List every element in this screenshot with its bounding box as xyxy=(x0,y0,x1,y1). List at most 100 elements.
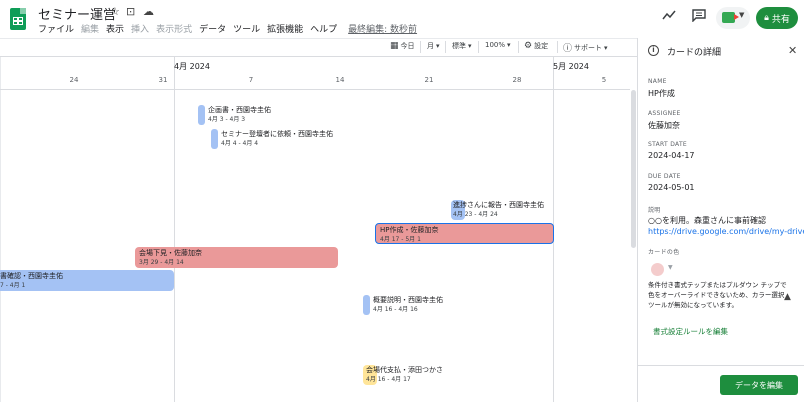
zoom-label: 100% xyxy=(485,41,506,49)
day-tick: 24 xyxy=(69,76,79,84)
card-dates: 4月 23 - 4月 24 xyxy=(453,211,498,218)
warning-icon: ▲ xyxy=(784,292,791,302)
trend-icon[interactable] xyxy=(658,9,680,27)
day-tick: 14 xyxy=(335,76,345,84)
card-title: 会場代支払・添田つかさ xyxy=(366,366,443,374)
month-label-apr: 4月 2024 xyxy=(174,62,210,71)
card-dates: 4月 17 - 5月 1 xyxy=(380,236,421,243)
period-label: 月 xyxy=(427,42,434,50)
timeline-card[interactable]: 進捗さんに報告・西園寺圭佑 4月 23 - 4月 24 xyxy=(453,201,544,219)
share-label: 共有 xyxy=(771,14,790,25)
menu-insert[interactable]: 挿入 xyxy=(131,22,149,35)
timeline-card-pill[interactable] xyxy=(198,105,205,125)
menu-help[interactable]: ヘルプ xyxy=(310,22,337,35)
description-label: 説明 xyxy=(648,207,661,214)
timeline-card-selected[interactable]: HP作成・佐藤加奈 4月 17 - 5月 1 xyxy=(375,223,554,244)
today-label: 今日 xyxy=(400,42,415,50)
chevron-down-icon: ▾ xyxy=(436,42,440,50)
comment-icon[interactable] xyxy=(688,9,710,27)
grid-line xyxy=(0,57,1,402)
chevron-down-icon: ▾ xyxy=(468,42,472,50)
day-tick: 28 xyxy=(512,76,522,84)
vertical-scrollbar[interactable] xyxy=(631,90,636,248)
divider xyxy=(420,41,421,53)
name-value: HP作成 xyxy=(648,89,675,98)
gear-icon: ⚙ xyxy=(524,41,533,51)
description-link[interactable]: https://drive.google.com/drive/my-drive xyxy=(648,227,804,236)
menu-edit[interactable]: 編集 xyxy=(81,22,99,35)
meet-camera-icon xyxy=(722,12,739,23)
color-warning-text: 条件付き書式テップまたはプルダウン チップで色をオーバーライドできないため、カラ… xyxy=(648,281,787,309)
menu-bar: ファイル 編集 表示 挿入 表示形式 データ ツール 拡張機能 ヘルプ 最終編集… xyxy=(38,22,417,35)
star-icon[interactable]: ☆ xyxy=(110,5,120,18)
move-folder-icon[interactable]: ⊡ xyxy=(126,5,135,18)
day-tick: 7 xyxy=(248,76,254,84)
timeline-card-pill[interactable] xyxy=(363,295,370,315)
timeline-card-pill[interactable] xyxy=(211,129,218,149)
menu-file[interactable]: ファイル xyxy=(38,22,74,35)
card-dates: 3月 29 - 4月 14 xyxy=(139,259,184,266)
calendar-icon: ▦ xyxy=(390,41,399,51)
timeline-view[interactable]: 4月 2024 5月 2024 24 31 7 14 21 28 5 企画書・西… xyxy=(0,56,637,402)
divider xyxy=(478,41,479,53)
day-tick: 31 xyxy=(158,76,168,84)
card-dates: 4月 16 - 4月 16 xyxy=(373,306,418,313)
sheets-timeline-app: セミナー運営 ☆ ⊡ ☁ ファイル 編集 表示 挿入 表示形式 データ ツール … xyxy=(0,0,804,402)
card-color-swatch[interactable] xyxy=(651,263,664,276)
card-details-panel: i カードの詳細 ✕ NAME HP作成 ASSIGNEE 佐藤加奈 START… xyxy=(637,38,804,402)
month-boundary-line xyxy=(174,57,175,402)
card-title: 進捗さんに報告・西園寺圭佑 xyxy=(453,201,544,209)
zoom-select[interactable]: 100% ▾ xyxy=(485,41,511,49)
card-title: セミナー登壇者に依頼・西園寺圭佑 xyxy=(221,130,333,138)
today-button[interactable]: ▦ 今日 xyxy=(390,41,415,51)
assignee-label: ASSIGNEE xyxy=(648,110,681,117)
card-title: 書確認・西園寺圭佑 xyxy=(0,272,63,280)
support-button[interactable]: ⓘ サポート ▾ xyxy=(563,41,608,55)
share-button[interactable]: 🔒︎ 共有 xyxy=(756,7,798,29)
description-text: ○○を利用。森重さんに事前確認 xyxy=(648,216,766,225)
panel-title: カードの詳細 xyxy=(667,48,722,58)
sheets-logo-icon[interactable] xyxy=(10,8,26,30)
day-tick: 5 xyxy=(601,76,607,84)
menu-data[interactable]: データ xyxy=(199,22,226,35)
timeline-card[interactable]: 会場下見・佐藤加奈 3月 29 - 4月 14 xyxy=(135,247,338,268)
timeline-card[interactable]: セミナー登壇者に依頼・西園寺圭佑 4月 4 - 4月 4 xyxy=(221,130,333,148)
chevron-down-icon: ▼ xyxy=(668,264,673,271)
document-title[interactable]: セミナー運営 xyxy=(38,4,116,23)
info-icon: i xyxy=(648,45,659,56)
timeline-card[interactable]: 企画書・西園寺圭佑 4月 3 - 4月 3 xyxy=(208,106,271,124)
card-title: 概要説明・西園寺圭佑 xyxy=(373,296,443,304)
menu-view[interactable]: 表示 xyxy=(106,22,124,35)
menu-tools[interactable]: ツール xyxy=(233,22,260,35)
close-icon[interactable]: ✕ xyxy=(788,44,797,57)
divider xyxy=(518,41,519,53)
card-title: HP作成・佐藤加奈 xyxy=(380,226,439,234)
card-title: 企画書・西園寺圭佑 xyxy=(208,106,271,114)
chevron-down-icon: ▾ xyxy=(507,41,511,49)
mode-select[interactable]: 標準 ▾ xyxy=(452,41,472,51)
settings-label: 設定 xyxy=(534,42,549,50)
last-edit-link[interactable]: 最終編集: 数秒前 xyxy=(348,22,417,35)
edit-format-rules-link[interactable]: 書式設定ルールを編集 xyxy=(653,326,728,337)
card-dates: 4月 3 - 4月 3 xyxy=(208,116,246,123)
assignee-value: 佐藤加奈 xyxy=(648,121,680,130)
card-dates: 4月 4 - 4月 4 xyxy=(221,140,259,147)
due-date-value: 2024-05-01 xyxy=(648,183,695,192)
cloud-status-icon[interactable]: ☁ xyxy=(143,5,154,18)
menu-format[interactable]: 表示形式 xyxy=(156,22,192,35)
lock-icon: 🔒︎ xyxy=(764,13,769,23)
settings-button[interactable]: ⚙ 設定 xyxy=(524,41,548,51)
chevron-down-icon: ▼ xyxy=(739,11,745,19)
menu-extensions[interactable]: 拡張機能 xyxy=(267,22,303,35)
edit-data-button[interactable]: データを編集 xyxy=(720,375,798,395)
timeline-card[interactable]: 会場代支払・添田つかさ 4月 16 - 4月 17 xyxy=(366,366,443,384)
timeline-card[interactable]: 概要説明・西園寺圭佑 4月 16 - 4月 16 xyxy=(373,296,443,314)
meet-button[interactable]: ▼ xyxy=(716,7,750,29)
scale-divider xyxy=(0,89,630,90)
start-date-value: 2024-04-17 xyxy=(648,151,695,160)
mode-label: 標準 xyxy=(452,42,466,50)
timeline-card[interactable]: 書確認・西園寺圭佑 7 - 4月 1 xyxy=(0,270,174,291)
chevron-down-icon: ▾ xyxy=(604,43,608,52)
period-select[interactable]: 月 ▾ xyxy=(427,41,440,51)
day-tick: 21 xyxy=(424,76,434,84)
